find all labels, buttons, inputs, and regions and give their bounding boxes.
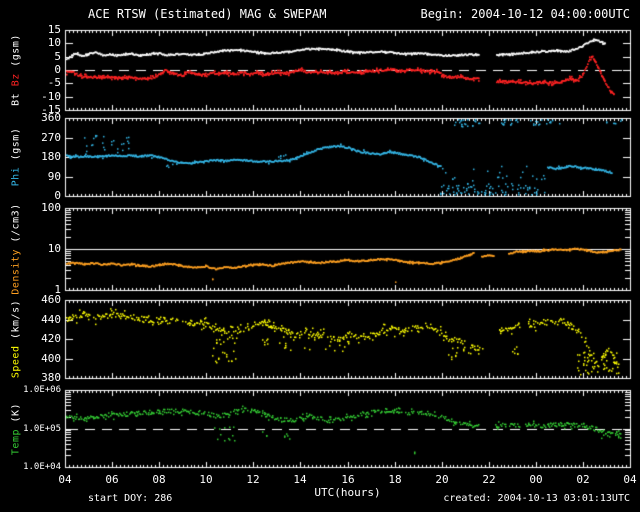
panel-label-part: Phi bbox=[10, 166, 22, 187]
y-tick-label: -10 bbox=[41, 90, 61, 103]
y-tick-label: 1.0E+06 bbox=[23, 385, 61, 395]
panel-label-part: Density bbox=[10, 249, 22, 295]
panel-y-label-density: Density (/cm3) bbox=[11, 203, 22, 294]
x-tick-label: 02 bbox=[576, 473, 590, 486]
y-tick-label: 0 bbox=[54, 63, 61, 76]
x-tick-label: 12 bbox=[246, 473, 260, 486]
panel-y-label-phi: Phi (gsm) bbox=[11, 128, 22, 187]
start-doy-label: start DOY: 286 bbox=[88, 493, 173, 504]
panel-label-part: (K) bbox=[10, 402, 22, 429]
x-axis-title: UTC(hours) bbox=[314, 486, 381, 499]
y-tick-label: 1.0E+05 bbox=[23, 424, 61, 434]
x-tick-label: 04 bbox=[623, 473, 637, 486]
panel-label-part: (km/s) bbox=[10, 299, 22, 346]
x-tick-label: 10 bbox=[199, 473, 213, 486]
axis-labels-layer: 15 10 5 0 -5 -10 -15 Bt Bz (gsm) 360 270 180 90 0 Phi… bbox=[0, 0, 640, 512]
y-tick-label: 10 bbox=[47, 242, 61, 255]
y-tick-label: 420 bbox=[41, 332, 61, 345]
x-tick-label: 04 bbox=[58, 473, 72, 486]
y-tick-label: 460 bbox=[41, 293, 61, 306]
ace-rtsw-plot: ACE RTSW (Estimated) MAG & SWEPAM Begin:… bbox=[0, 0, 640, 512]
y-tick-label: 360 bbox=[41, 111, 61, 124]
y-tick-label: 440 bbox=[41, 313, 61, 326]
y-tick-label: 15 bbox=[47, 23, 61, 36]
panel-label-part: (/cm3) bbox=[10, 203, 22, 249]
panel-y-label-temp: Temp (K) bbox=[11, 402, 22, 454]
panel-label-part: Bz bbox=[10, 73, 22, 87]
y-tick-label: 1.0E+04 bbox=[23, 462, 61, 472]
panel-label-part: (gsm) bbox=[10, 127, 22, 167]
x-tick-label: 16 bbox=[341, 473, 355, 486]
x-tick-label: 00 bbox=[529, 473, 543, 486]
x-tick-label: 20 bbox=[435, 473, 449, 486]
y-tick-label: 5 bbox=[54, 50, 61, 63]
y-tick-label: 90 bbox=[47, 170, 61, 183]
y-tick-label: 180 bbox=[41, 150, 61, 163]
panel-label-part: Speed bbox=[10, 345, 22, 379]
panel-label-part: (gsm) bbox=[10, 34, 22, 74]
panel-label-part: Temp bbox=[10, 428, 22, 455]
x-tick-label: 18 bbox=[388, 473, 402, 486]
y-tick-label: 10 bbox=[47, 36, 61, 49]
y-tick-label: 400 bbox=[41, 352, 61, 365]
x-tick-label: 14 bbox=[293, 473, 307, 486]
y-tick-label: 380 bbox=[41, 371, 61, 384]
x-tick-label: 08 bbox=[152, 473, 166, 486]
x-tick-label: 06 bbox=[105, 473, 119, 486]
panel-y-label-speed: Speed (km/s) bbox=[11, 300, 22, 378]
x-tick-label: 22 bbox=[482, 473, 496, 486]
y-tick-label: 100 bbox=[41, 201, 61, 214]
panel-label-part: Bt bbox=[10, 86, 22, 106]
y-tick-label: 270 bbox=[41, 131, 61, 144]
created-timestamp: created: 2004-10-13 03:01:13UTC bbox=[443, 493, 630, 504]
panel-y-label-mag: Bt Bz (gsm) bbox=[11, 34, 22, 106]
y-tick-label: -5 bbox=[47, 76, 61, 89]
